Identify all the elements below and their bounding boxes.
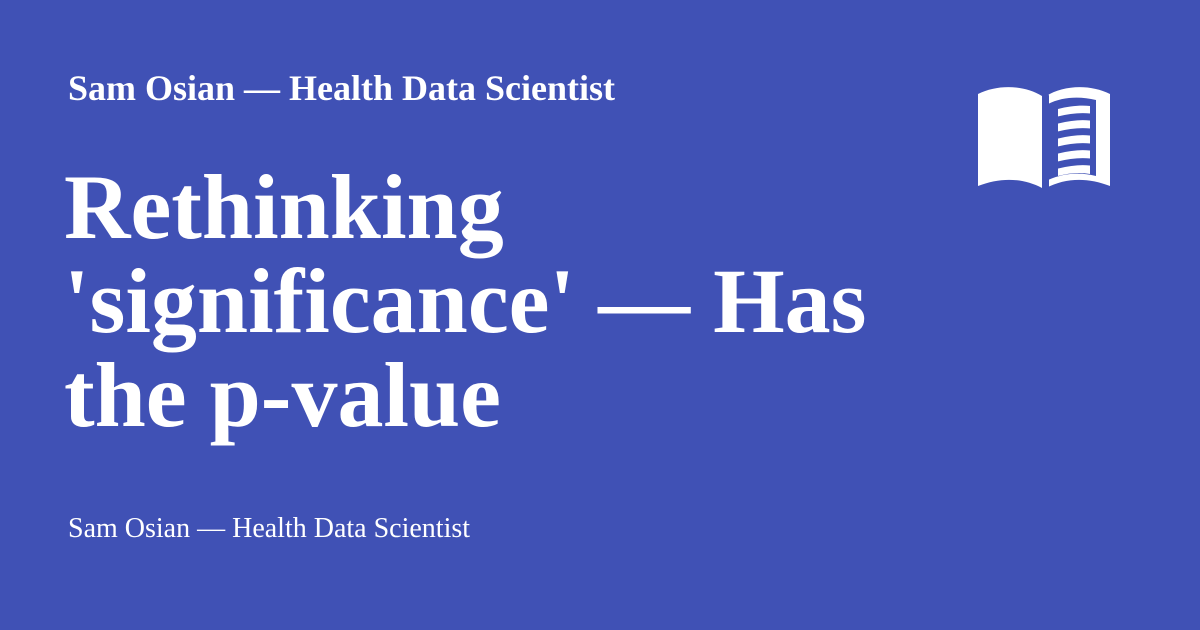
site-name: Sam Osian — Health Data Scientist bbox=[68, 68, 616, 108]
social-preview-card: Sam Osian — Health Data Scientist Rethin… bbox=[0, 0, 1200, 630]
author-byline: Sam Osian — Health Data Scientist bbox=[68, 513, 471, 544]
article-title: Rethinking 'significance' — Has the p-va… bbox=[64, 156, 867, 446]
open-book-icon bbox=[976, 84, 1112, 192]
